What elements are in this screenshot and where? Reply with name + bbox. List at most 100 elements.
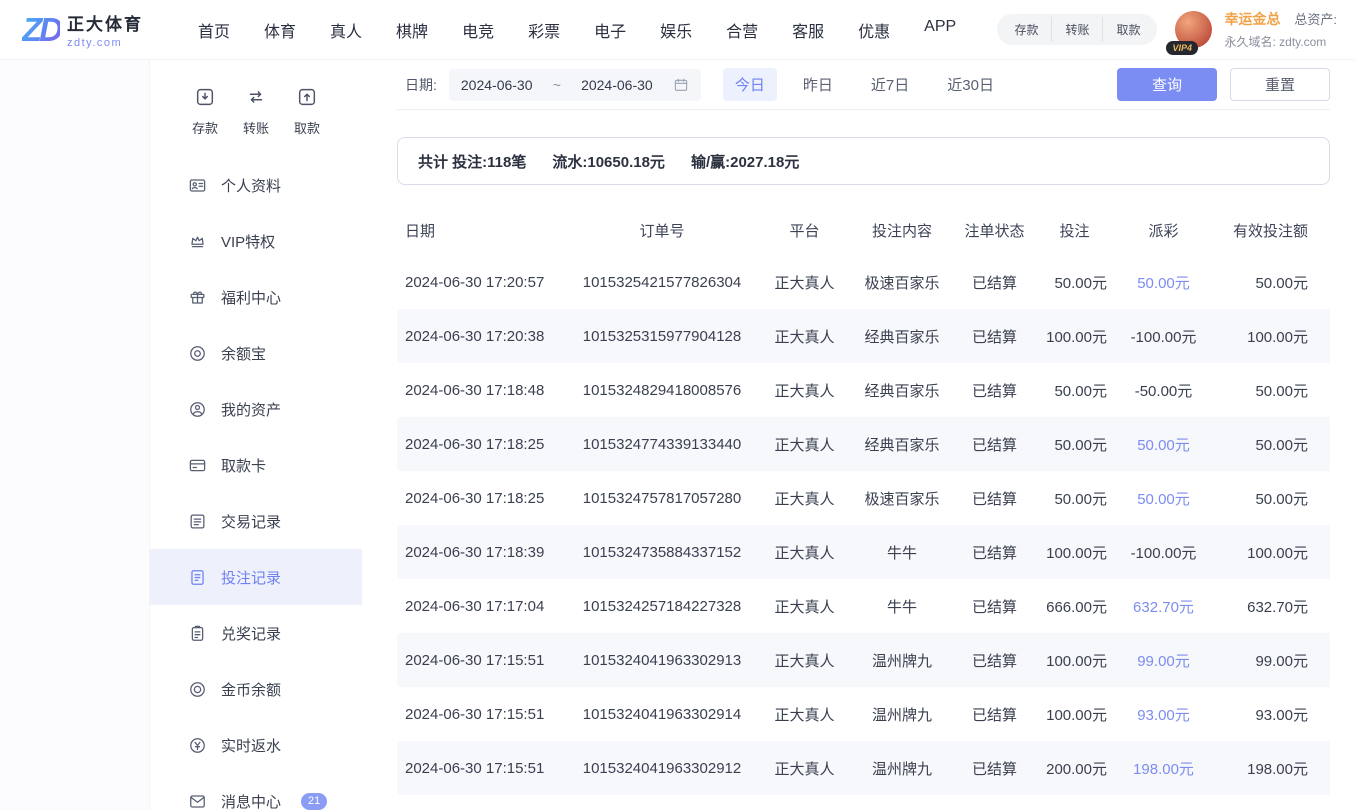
avatar-wrap[interactable]: VIP4 bbox=[1175, 11, 1213, 49]
vip-badge: VIP4 bbox=[1166, 41, 1198, 55]
sidebar-item-兑奖记录[interactable]: 兑奖记录 bbox=[150, 605, 362, 661]
nav-item-棋牌[interactable]: 棋牌 bbox=[396, 18, 428, 42]
calendar-icon bbox=[673, 77, 689, 93]
cell-platform: 正大真人 bbox=[757, 488, 852, 509]
date-from-value[interactable]: 2024-06-30 bbox=[461, 77, 533, 93]
cell-date: 2024-06-30 17:15:51 bbox=[397, 706, 567, 723]
target-icon bbox=[188, 344, 207, 363]
brand-logo[interactable]: ZD 正大体育 zdty.com bbox=[22, 10, 143, 49]
nav-item-电竞[interactable]: 电竞 bbox=[462, 18, 494, 42]
cell-platform: 正大真人 bbox=[757, 326, 852, 347]
cell-bet-content: 极速百家乐 bbox=[852, 272, 952, 293]
unread-count-badge: 21 bbox=[301, 793, 327, 810]
cell-status: 已结算 bbox=[952, 596, 1037, 617]
cell-date: 2024-06-30 17:17:04 bbox=[397, 598, 567, 615]
sidebar-item-个人资料[interactable]: 个人资料 bbox=[150, 157, 362, 213]
brand-domain: zdty.com bbox=[67, 37, 143, 49]
nav-item-APP[interactable]: APP bbox=[924, 18, 956, 42]
range-button-今日[interactable]: 今日 bbox=[723, 68, 777, 101]
envelope-icon bbox=[188, 792, 207, 810]
reset-button[interactable]: 重置 bbox=[1230, 68, 1330, 101]
sidebar-item-取款卡[interactable]: 取款卡 bbox=[150, 437, 362, 493]
column-header-投注内容: 投注内容 bbox=[852, 220, 952, 241]
date-to-value[interactable]: 2024-06-30 bbox=[581, 77, 653, 93]
cell-platform: 正大真人 bbox=[757, 272, 852, 293]
nav-item-体育[interactable]: 体育 bbox=[264, 18, 296, 42]
vip-icon bbox=[188, 232, 207, 251]
date-range-input[interactable]: 2024-06-30 ~ 2024-06-30 bbox=[449, 69, 701, 101]
table-row: 2024-06-30 17:15:511015324041963302913正大… bbox=[397, 633, 1330, 687]
cell-date: 2024-06-30 17:18:25 bbox=[397, 436, 567, 453]
nav-item-优惠[interactable]: 优惠 bbox=[858, 18, 890, 42]
cell-valid-bet: 632.70元 bbox=[1215, 596, 1330, 617]
user-info: 幸运金总 总资产: 永久域名: zdty.com bbox=[1224, 9, 1337, 50]
table-row: 2024-06-30 17:15:511015324041963302914正大… bbox=[397, 687, 1330, 741]
summary-segment: 输/赢:2027.18元 bbox=[691, 151, 799, 172]
wallet-action-取款[interactable]: 取款 bbox=[1102, 17, 1153, 42]
sidebar-item-金币余额[interactable]: 金币余额 bbox=[150, 661, 362, 717]
cell-date: 2024-06-30 17:18:39 bbox=[397, 544, 567, 561]
sidebar-item-label: 福利中心 bbox=[221, 287, 281, 308]
cell-platform: 正大真人 bbox=[757, 542, 852, 563]
permanent-domain-note: 永久域名: zdty.com bbox=[1224, 33, 1337, 50]
sidebar-item-福利中心[interactable]: 福利中心 bbox=[150, 269, 362, 325]
sidebar-item-实时返水[interactable]: 实时返水 bbox=[150, 717, 362, 773]
bet-record-icon bbox=[188, 568, 207, 587]
range-button-昨日[interactable]: 昨日 bbox=[791, 68, 845, 101]
cell-order-no: 1015324757817057280 bbox=[567, 490, 757, 507]
cell-order-no: 1015324257184227328 bbox=[567, 598, 757, 615]
sidebar-item-余额宝[interactable]: 余额宝 bbox=[150, 325, 362, 381]
wallet-action-存款[interactable]: 存款 bbox=[1001, 17, 1051, 42]
main-nav: 首页 体育 真人 棋牌 电竞 彩票 电子 娱乐 合营 客服 优惠 APP bbox=[198, 18, 956, 42]
body-row: 存款转账取款 个人资料VIP特权福利中心余额宝我的资产取款卡交易记录投注记录兑奖… bbox=[0, 60, 1355, 810]
column-header-投注: 投注 bbox=[1037, 220, 1112, 241]
wallet-action-转账[interactable]: 转账 bbox=[1051, 17, 1102, 42]
nav-item-真人[interactable]: 真人 bbox=[330, 18, 362, 42]
quick-action-存款[interactable]: 存款 bbox=[180, 86, 230, 137]
range-button-近7日[interactable]: 近7日 bbox=[859, 68, 921, 101]
sidebar-item-VIP特权[interactable]: VIP特权 bbox=[150, 213, 362, 269]
range-button-近30日[interactable]: 近30日 bbox=[935, 68, 1006, 101]
date-label: 日期: bbox=[405, 75, 437, 95]
column-header-平台: 平台 bbox=[757, 220, 852, 241]
cell-status: 已结算 bbox=[952, 488, 1037, 509]
cell-date: 2024-06-30 17:18:25 bbox=[397, 490, 567, 507]
search-button[interactable]: 查询 bbox=[1117, 68, 1217, 101]
sidebar-item-消息中心[interactable]: 消息中心 21 bbox=[150, 773, 362, 810]
quick-action-转账[interactable]: 转账 bbox=[231, 86, 281, 137]
cell-order-no: 1015324829418008576 bbox=[567, 382, 757, 399]
main-content: 日期: 2024-06-30 ~ 2024-06-30 今日昨日近7日近30日 … bbox=[362, 60, 1355, 810]
sidebar-item-交易记录[interactable]: 交易记录 bbox=[150, 493, 362, 549]
nav-item-首页[interactable]: 首页 bbox=[198, 18, 230, 42]
nav-item-合营[interactable]: 合营 bbox=[726, 18, 758, 42]
column-header-有效投注额: 有效投注额 bbox=[1215, 220, 1330, 241]
cell-platform: 正大真人 bbox=[757, 434, 852, 455]
sidebar-item-label: 实时返水 bbox=[221, 735, 281, 756]
sidebar-item-label: 消息中心 bbox=[221, 791, 281, 810]
calendar-icon[interactable] bbox=[673, 77, 689, 93]
filter-bar: 日期: 2024-06-30 ~ 2024-06-30 今日昨日近7日近30日 … bbox=[397, 60, 1330, 110]
cell-valid-bet: 100.00元 bbox=[1215, 326, 1330, 347]
sidebar-item-label: 兑奖记录 bbox=[221, 623, 281, 644]
nav-item-彩票[interactable]: 彩票 bbox=[528, 18, 560, 42]
cell-valid-bet: 50.00元 bbox=[1215, 380, 1330, 401]
summary-segment: 流水:10650.18元 bbox=[552, 151, 665, 172]
column-header-订单号: 订单号 bbox=[567, 220, 757, 241]
nav-item-电子[interactable]: 电子 bbox=[594, 18, 626, 42]
quick-action-label: 转账 bbox=[231, 118, 281, 137]
cell-bet-content: 牛牛 bbox=[852, 542, 952, 563]
nav-item-客服[interactable]: 客服 bbox=[792, 18, 824, 42]
cell-valid-bet: 99.00元 bbox=[1215, 650, 1330, 671]
sidebar-item-投注记录[interactable]: 投注记录 bbox=[150, 549, 362, 605]
sidebar-item-我的资产[interactable]: 我的资产 bbox=[150, 381, 362, 437]
left-strip bbox=[0, 60, 150, 810]
quick-action-label: 取款 bbox=[282, 118, 332, 137]
cell-order-no: 1015324041963302914 bbox=[567, 706, 757, 723]
wallet-pill: 存款转账取款 bbox=[997, 14, 1157, 45]
nav-item-娱乐[interactable]: 娱乐 bbox=[660, 18, 692, 42]
quick-action-取款[interactable]: 取款 bbox=[282, 86, 332, 137]
sidebar-item-label: 金币余额 bbox=[221, 679, 281, 700]
cell-bet-amount: 100.00元 bbox=[1037, 704, 1112, 725]
username: 幸运金总 bbox=[1224, 11, 1280, 27]
coin-icon bbox=[188, 680, 207, 699]
